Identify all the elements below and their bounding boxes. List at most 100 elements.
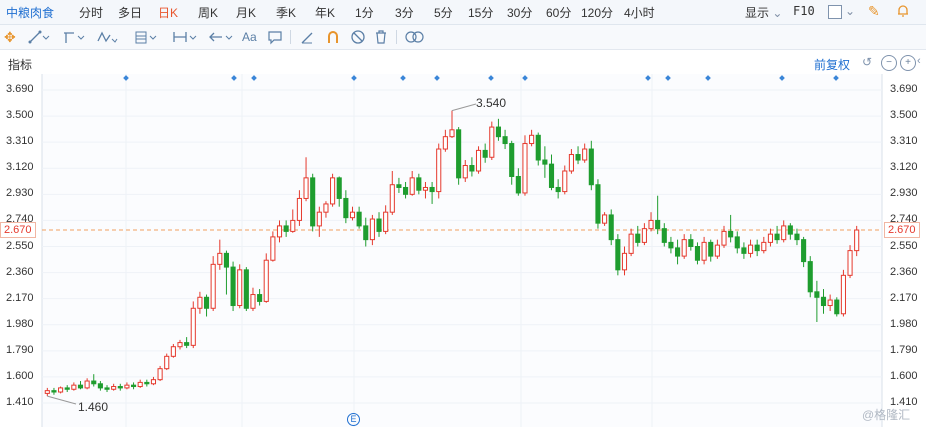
candle-body <box>714 244 720 257</box>
text-tool-icon[interactable]: Aa <box>242 29 257 45</box>
period-tab[interactable]: 3分 <box>395 4 414 21</box>
candle-body <box>369 218 375 241</box>
y-tick-label-left: 2.360 <box>6 265 34 278</box>
y-tick-label-left: 1.410 <box>6 396 34 408</box>
candle-body <box>661 228 667 243</box>
candle-body <box>396 184 402 188</box>
candle-body <box>568 154 574 172</box>
period-toolbar: 中粮肉食 分时 多日 日K 周K 月K 季K 年K 1分 3分 5分 15分 3… <box>0 0 926 25</box>
low-price-annotation: 1.460 <box>78 400 109 414</box>
f10-button[interactable]: F10 <box>793 4 815 18</box>
candle-body <box>529 134 535 145</box>
period-tab[interactable]: 多日 <box>118 4 142 21</box>
watermark: @格隆汇 <box>862 408 911 422</box>
candle-body <box>721 230 727 246</box>
candle-body <box>688 239 694 248</box>
period-tab[interactable]: 季K <box>276 4 296 21</box>
candle-body <box>469 165 475 172</box>
y-tick-label-right: 1.790 <box>890 343 918 356</box>
candle-body <box>442 136 448 150</box>
candle-body <box>64 387 70 390</box>
period-tab[interactable]: 5分 <box>434 4 453 21</box>
chevron-down-icon[interactable]: ⌄ <box>845 4 855 18</box>
chevron-left-icon[interactable]: ‹ <box>917 55 921 67</box>
y-tick-label-left: 3.690 <box>6 83 34 95</box>
candle-body <box>91 380 97 385</box>
trash-icon[interactable] <box>374 29 388 45</box>
y-tick-label-left: 1.790 <box>6 343 34 356</box>
fibonacci-tool-icon[interactable] <box>134 29 158 45</box>
candle-body <box>383 211 389 232</box>
period-tab[interactable]: 4小时 <box>624 4 655 21</box>
period-tab[interactable]: 分时 <box>79 4 103 21</box>
zoom-in-icon[interactable]: + <box>900 55 916 71</box>
divider <box>396 30 397 44</box>
candle-body <box>701 241 707 261</box>
stock-name[interactable]: 中粮肉食 <box>6 4 54 21</box>
line-tool-icon[interactable] <box>28 29 50 45</box>
candle-body <box>237 269 243 307</box>
candle-body <box>104 387 110 390</box>
candle-body <box>409 177 415 195</box>
period-tab[interactable]: 15分 <box>468 4 493 21</box>
hide-drawing-icon[interactable] <box>350 29 366 45</box>
candle-body <box>595 184 601 224</box>
compare-icon[interactable] <box>404 29 426 45</box>
period-tab[interactable]: 1分 <box>355 4 374 21</box>
y-tick-label-left: 3.310 <box>6 135 34 148</box>
period-tab-active[interactable]: 日K <box>158 4 178 21</box>
candle-body <box>641 228 647 243</box>
candle-body <box>615 239 621 271</box>
reset-icon[interactable]: ↺ <box>862 55 872 69</box>
candle-body <box>124 384 130 389</box>
y-tick-label-right: 2.930 <box>890 187 918 200</box>
candle-body <box>330 177 336 205</box>
ruler-icon[interactable] <box>300 29 314 45</box>
candle-body <box>310 177 316 227</box>
zoom-out-icon[interactable]: − <box>881 55 897 71</box>
candle-body <box>681 239 687 257</box>
indicator-label[interactable]: 指标 <box>8 56 32 73</box>
candle-body <box>316 211 322 227</box>
period-tab[interactable]: 周K <box>198 4 218 21</box>
candle-body <box>588 148 594 186</box>
kline-chart[interactable]: 3.690 3.500 3.310 3.120 2.930 2.740 2.550 2.360… <box>0 74 926 427</box>
y-tick-label-right: 1.600 <box>890 369 918 382</box>
candle-body <box>177 342 183 348</box>
y-tick-label-right: 2.550 <box>890 239 918 252</box>
candle-body <box>250 294 256 309</box>
candle-body <box>781 225 787 241</box>
candle-body <box>628 233 634 254</box>
adjust-mode[interactable]: 前复权 <box>814 56 850 73</box>
pencil-icon[interactable]: ✎ <box>868 3 880 20</box>
arrow-tool-icon[interactable] <box>208 29 234 45</box>
candle-body <box>190 307 196 346</box>
candle-body <box>303 177 309 199</box>
candle-body <box>608 214 614 241</box>
period-tab[interactable]: 60分 <box>546 4 571 21</box>
candle-body <box>456 129 462 179</box>
comment-icon[interactable] <box>268 29 282 45</box>
magnet-icon[interactable] <box>326 29 340 45</box>
y-tick-label-left: 3.120 <box>6 161 34 174</box>
channel-tool-icon[interactable] <box>62 29 86 45</box>
event-marker[interactable]: E <box>347 413 360 426</box>
candle-body <box>429 186 435 193</box>
candle-body <box>230 266 236 307</box>
period-tab[interactable]: 30分 <box>507 4 532 21</box>
period-tab[interactable]: 120分 <box>581 4 613 21</box>
bell-icon[interactable] <box>896 4 910 18</box>
period-tab[interactable]: 月K <box>236 4 256 21</box>
high-price-annotation: 3.540 <box>476 96 507 110</box>
period-tab[interactable]: 年K <box>315 4 335 21</box>
candle-body <box>648 219 654 230</box>
move-icon[interactable]: ✥ <box>4 29 16 45</box>
candle-body <box>854 229 860 252</box>
display-menu[interactable]: 显示 ⌄ <box>745 4 782 21</box>
wave-tool-icon[interactable] <box>96 29 118 45</box>
candle-body <box>77 384 84 389</box>
measure-tool-icon[interactable] <box>172 29 198 45</box>
candle-body <box>150 379 157 385</box>
display-label: 显示 <box>745 6 770 20</box>
checkbox-icon[interactable] <box>828 5 842 19</box>
